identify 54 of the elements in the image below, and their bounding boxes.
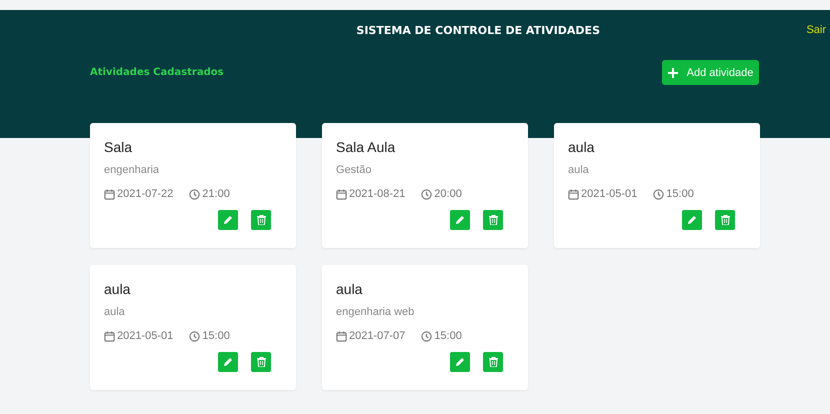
activity-date: 2021-05-01 xyxy=(117,330,174,342)
edit-button[interactable] xyxy=(218,352,238,372)
calendar-icon xyxy=(336,188,347,200)
calendar-icon xyxy=(104,330,115,342)
pencil-icon xyxy=(687,215,697,225)
activity-title: aula xyxy=(104,281,132,297)
delete-button[interactable] xyxy=(483,352,503,372)
pencil-icon xyxy=(223,215,233,225)
clock-icon xyxy=(189,330,200,342)
app-title: SISTEMA DE CONTROLE DE ATIVIDADES xyxy=(355,24,601,36)
edit-button[interactable] xyxy=(450,352,470,372)
calendar-icon xyxy=(104,188,115,200)
clock-icon xyxy=(421,330,432,342)
trash-icon xyxy=(488,215,498,225)
logout-link[interactable]: Sair xyxy=(806,24,826,36)
delete-button[interactable] xyxy=(251,352,271,372)
clock-icon xyxy=(653,188,664,200)
activity-title: Sala Aula xyxy=(336,139,396,155)
pencil-icon xyxy=(455,215,465,225)
activity-title: aula xyxy=(336,281,364,297)
activity-time: 15:00 xyxy=(666,188,694,200)
clock-icon xyxy=(421,188,432,200)
activity-description: engenharia web xyxy=(336,306,416,318)
activity-description: aula xyxy=(568,164,590,176)
section-title: Atividades Cadastrados xyxy=(90,67,224,78)
activity-title: aula xyxy=(568,139,596,155)
edit-button[interactable] xyxy=(682,210,702,230)
delete-button[interactable] xyxy=(251,210,271,230)
pencil-icon xyxy=(223,357,233,367)
trash-icon xyxy=(720,215,730,225)
activity-description: aula xyxy=(104,306,126,318)
edit-button[interactable] xyxy=(218,210,238,230)
activity-time: 21:00 xyxy=(202,188,230,200)
activity-description: Gestão xyxy=(336,164,372,176)
activity-time: 15:00 xyxy=(434,330,462,342)
activity-date: 2021-07-22 xyxy=(117,188,174,200)
trash-icon xyxy=(256,215,266,225)
delete-button[interactable] xyxy=(483,210,503,230)
activity-date: 2021-07-07 xyxy=(349,330,406,342)
pencil-icon xyxy=(455,357,465,367)
activity-date: 2021-05-01 xyxy=(581,188,638,200)
activity-description: engenharia xyxy=(104,164,160,176)
calendar-icon xyxy=(336,330,347,342)
delete-button[interactable] xyxy=(715,210,735,230)
trash-icon xyxy=(488,357,498,367)
activity-title: Sala xyxy=(104,139,134,155)
plus-icon xyxy=(668,68,678,78)
activity-date: 2021-08-21 xyxy=(349,188,406,200)
activity-time: 20:00 xyxy=(434,188,462,200)
calendar-icon xyxy=(568,188,579,200)
edit-button[interactable] xyxy=(450,210,470,230)
clock-icon xyxy=(189,188,200,200)
activity-time: 15:00 xyxy=(202,330,230,342)
trash-icon xyxy=(256,357,266,367)
